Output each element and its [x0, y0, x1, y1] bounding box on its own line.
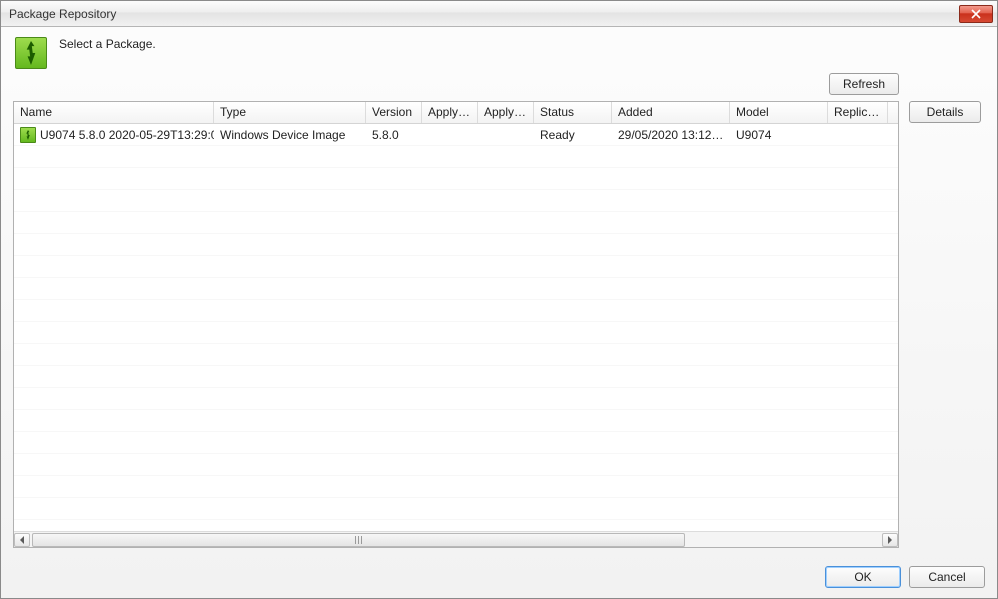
table-body: U9074 5.8.0 2020-05-29T13:29:00 Windows …	[14, 124, 898, 531]
titlebar: Package Repository	[1, 1, 997, 27]
refresh-button[interactable]: Refresh	[829, 73, 899, 95]
side-column: Details	[909, 73, 985, 548]
dialog-footer: OK Cancel	[1, 556, 997, 598]
col-type[interactable]: Type	[214, 102, 366, 123]
content: Refresh Name Type Version Apply t... App…	[1, 73, 997, 556]
cell-version: 5.8.0	[366, 126, 422, 144]
scroll-right-button[interactable]	[882, 533, 898, 547]
table-header: Name Type Version Apply t... Apply t... …	[14, 102, 898, 124]
ok-button[interactable]: OK	[825, 566, 901, 588]
cell-replica	[828, 133, 888, 137]
col-model[interactable]: Model	[730, 102, 828, 123]
header-prompt: Select a Package.	[59, 37, 156, 51]
details-button[interactable]: Details	[909, 101, 981, 123]
cell-type: Windows Device Image	[214, 126, 366, 144]
cell-name: U9074 5.8.0 2020-05-29T13:29:00	[40, 128, 214, 142]
col-version[interactable]: Version	[366, 102, 422, 123]
col-apply2[interactable]: Apply t...	[478, 102, 534, 123]
package-table: Name Type Version Apply t... Apply t... …	[13, 101, 899, 548]
table-row[interactable]: U9074 5.8.0 2020-05-29T13:29:00 Windows …	[14, 124, 898, 146]
col-replica[interactable]: Replica St	[828, 102, 888, 123]
chevron-right-icon	[887, 536, 893, 544]
col-status[interactable]: Status	[534, 102, 612, 123]
scroll-track[interactable]	[32, 533, 880, 547]
chevron-left-icon	[19, 536, 25, 544]
cancel-button[interactable]: Cancel	[909, 566, 985, 588]
cell-model: U9074	[730, 126, 828, 144]
cell-apply1	[422, 133, 478, 137]
table-area: Refresh Name Type Version Apply t... App…	[13, 73, 899, 548]
cell-apply2	[478, 133, 534, 137]
close-icon	[971, 9, 981, 19]
window-close-button[interactable]	[959, 5, 993, 23]
scroll-left-button[interactable]	[14, 533, 30, 547]
package-row-icon	[20, 127, 36, 143]
cell-added: 29/05/2020 13:12:02	[612, 126, 730, 144]
col-apply1[interactable]: Apply t...	[422, 102, 478, 123]
package-repository-dialog: Package Repository Select a Package. Ref…	[0, 0, 998, 599]
window-title: Package Repository	[9, 7, 959, 21]
header: Select a Package.	[1, 27, 997, 73]
package-icon	[15, 37, 47, 69]
scroll-thumb[interactable]	[32, 533, 685, 547]
cell-status: Ready	[534, 126, 612, 144]
col-added[interactable]: Added	[612, 102, 730, 123]
col-name[interactable]: Name	[14, 102, 214, 123]
horizontal-scrollbar[interactable]	[14, 531, 898, 547]
